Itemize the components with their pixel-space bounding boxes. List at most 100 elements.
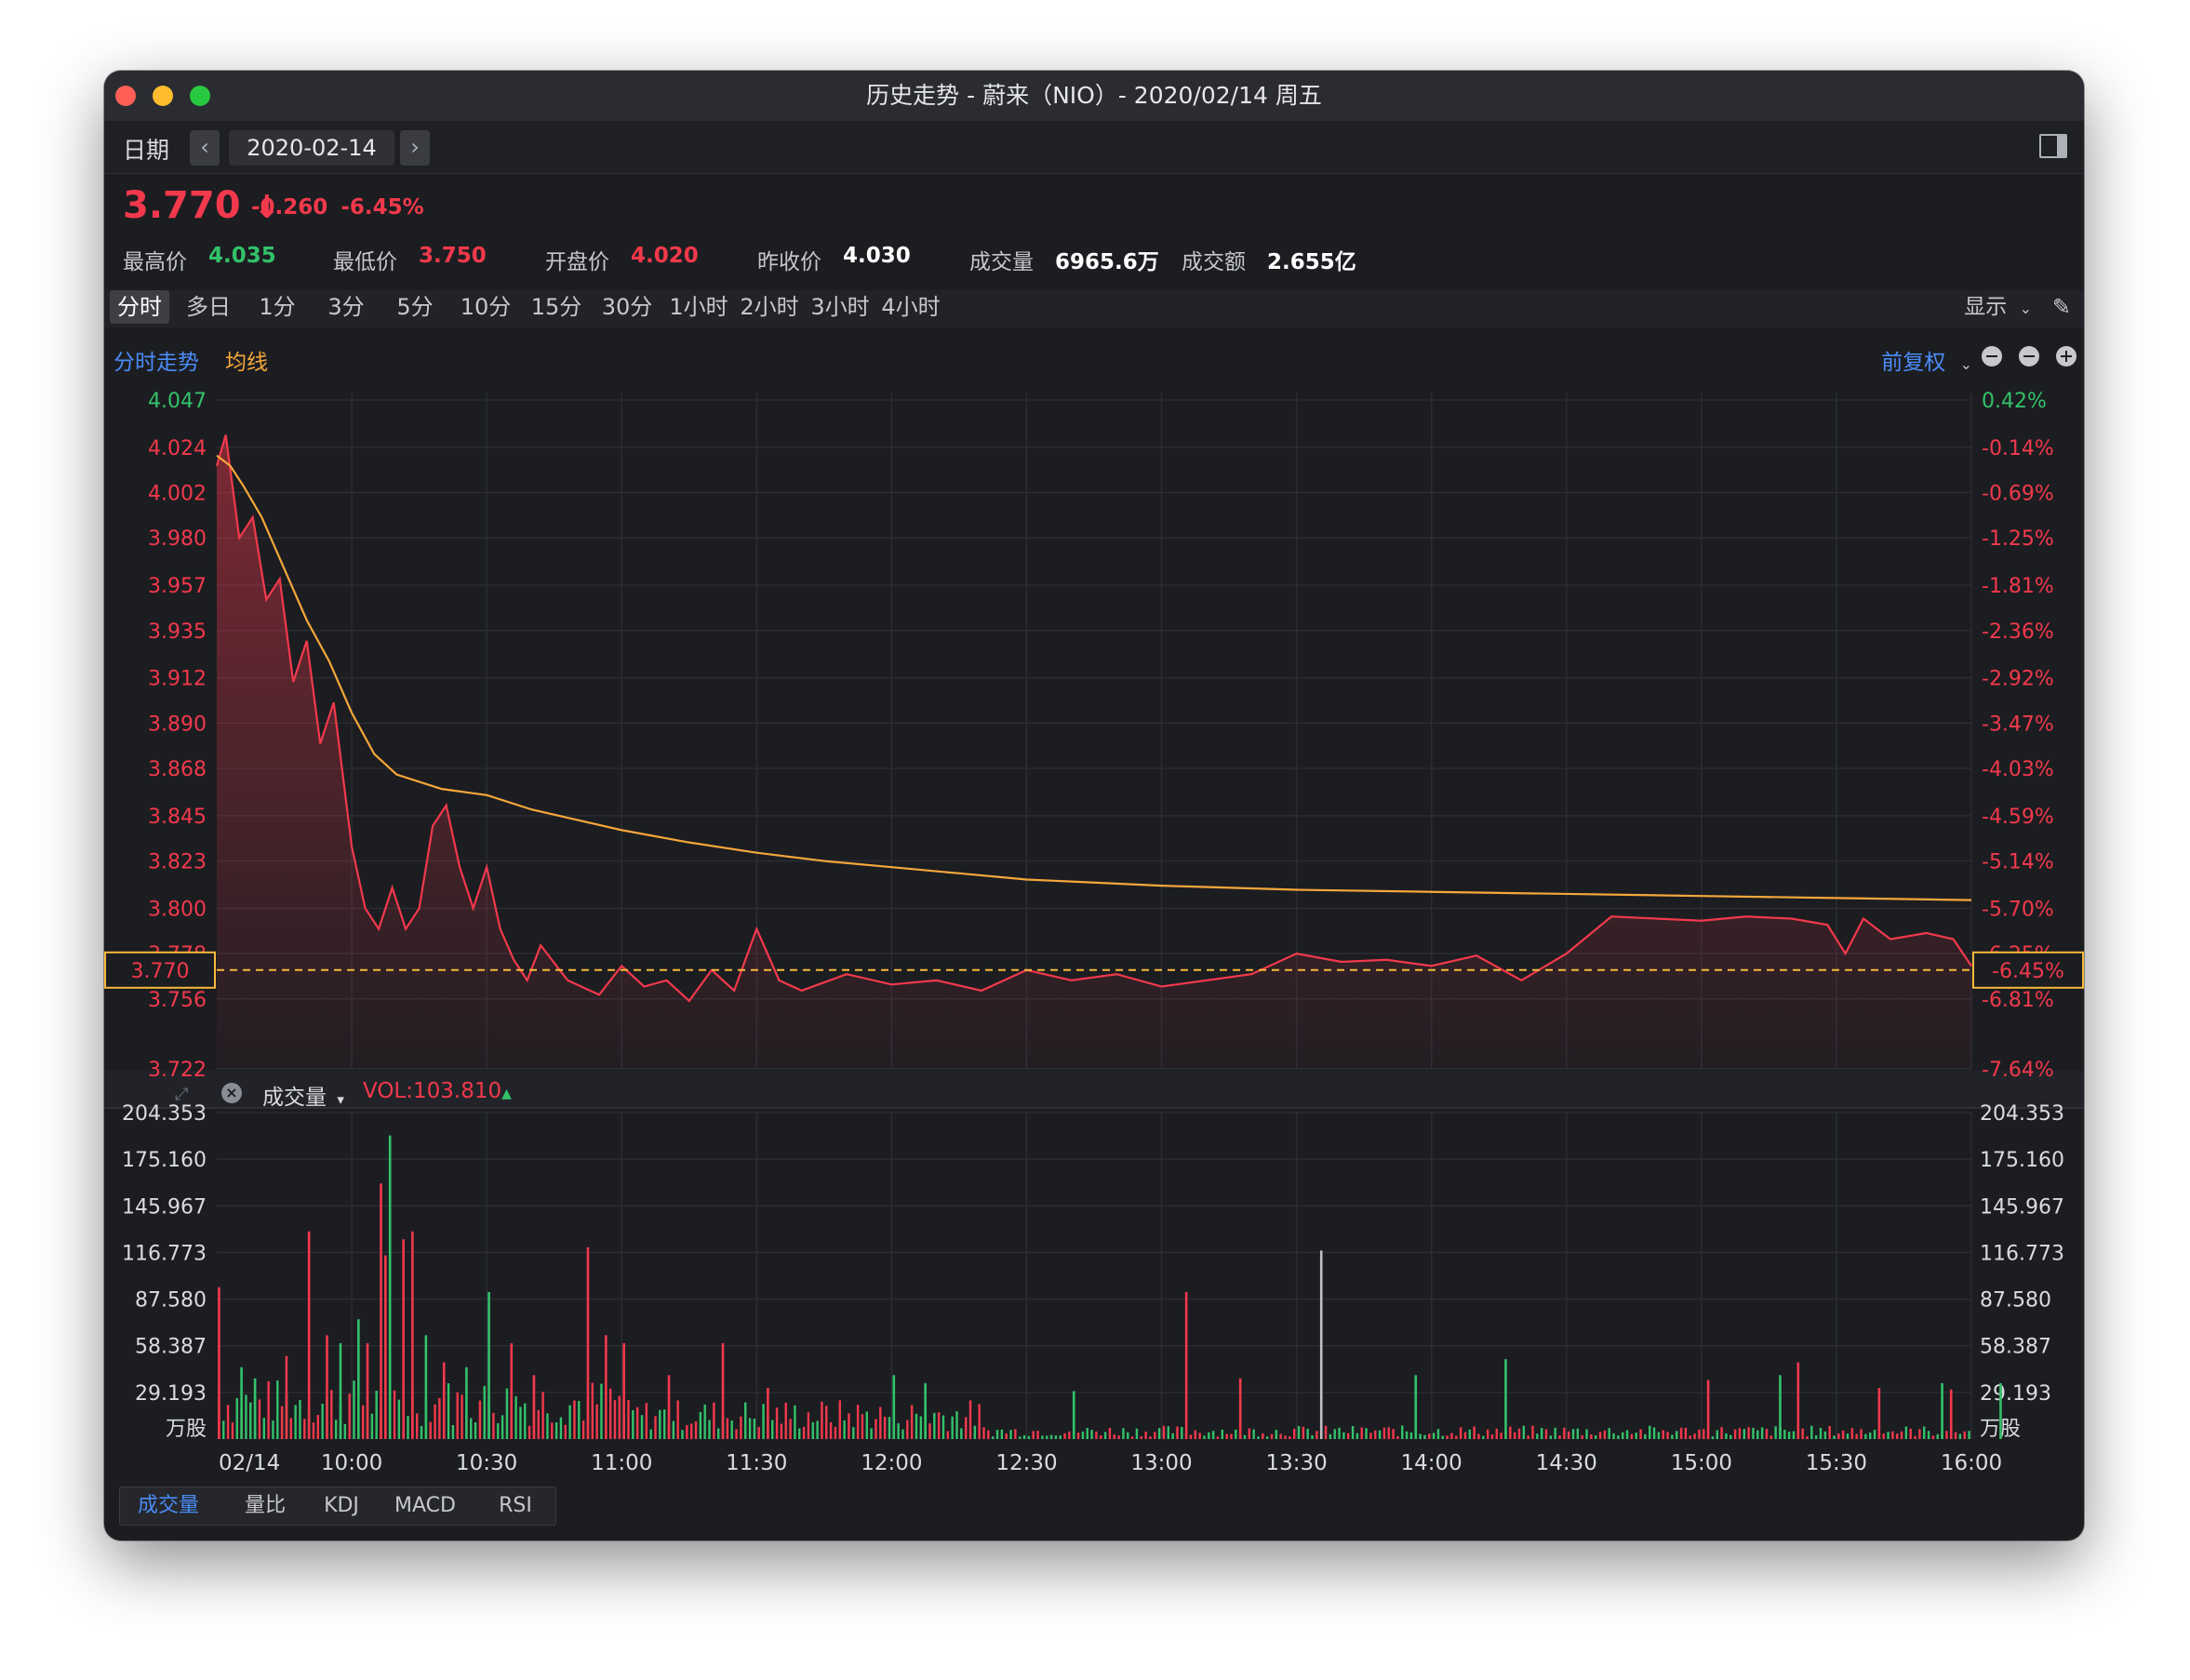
volume-bar — [235, 1397, 238, 1439]
volume-bar — [1536, 1433, 1539, 1439]
volume-bar — [551, 1422, 554, 1439]
volume-bar — [1725, 1433, 1728, 1439]
volume-bar — [456, 1392, 459, 1439]
volume-spike-bar — [366, 1342, 369, 1439]
intraday-chart[interactable]: 4.047 0.42% 4.024 -0.14% 4.002 -0.69% 3.980 -1.… — [104, 71, 2084, 1485]
price-tick-label: 4.002 — [148, 483, 207, 506]
volume-spike-bar — [253, 1378, 257, 1439]
volume-bar — [816, 1420, 819, 1439]
volume-bar — [1914, 1435, 1916, 1439]
volume-bar — [1063, 1433, 1066, 1439]
volume-bar — [578, 1401, 581, 1439]
volume-bar — [1716, 1430, 1718, 1439]
volume-spike-bar — [1238, 1378, 1242, 1439]
volume-bar — [434, 1404, 436, 1439]
volume-bar — [1225, 1433, 1228, 1439]
volume-tick-label: 204.353 — [122, 1102, 207, 1126]
volume-bar — [1703, 1429, 1705, 1439]
volume-bar — [1103, 1432, 1107, 1439]
indicator-tab-3[interactable]: MACD — [381, 1487, 470, 1525]
volume-spike-bar — [1949, 1389, 1953, 1439]
volume-bar — [1540, 1427, 1543, 1439]
volume-bar — [1747, 1427, 1750, 1439]
volume-bar — [1598, 1432, 1602, 1439]
volume-bar — [838, 1400, 841, 1439]
volume-bar — [1333, 1429, 1336, 1439]
volume-spike-bar — [384, 1255, 387, 1439]
volume-bar — [519, 1407, 522, 1439]
indicator-label: 成交量 — [262, 1086, 327, 1110]
volume-bar — [407, 1416, 409, 1439]
volume-bar — [811, 1421, 814, 1439]
volume-bar — [294, 1405, 297, 1439]
volume-spike-bar — [510, 1342, 514, 1439]
volume-bar — [559, 1417, 563, 1439]
expand-icon[interactable]: ⤢ — [175, 1085, 188, 1104]
volume-bar — [1873, 1429, 1876, 1439]
volume-bar — [726, 1418, 729, 1439]
volume-bar — [843, 1420, 846, 1439]
volume-bar — [1855, 1433, 1858, 1439]
price-tick-label: 3.756 — [148, 989, 207, 1012]
volume-bar — [654, 1416, 657, 1439]
close-indicator-icon[interactable]: × — [221, 1083, 242, 1103]
volume-bar — [1270, 1433, 1274, 1439]
volume-bar — [1841, 1430, 1845, 1439]
volume-bar — [659, 1409, 661, 1439]
volume-bar — [1059, 1435, 1062, 1439]
volume-bar — [1049, 1434, 1053, 1439]
volume-bar — [987, 1430, 990, 1439]
volume-bar — [1211, 1431, 1215, 1439]
volume-bar — [1711, 1436, 1715, 1439]
volume-bar — [915, 1413, 918, 1439]
indicator-tab-4[interactable]: RSI — [483, 1487, 548, 1525]
volume-bar — [537, 1409, 540, 1439]
volume-bar — [1315, 1431, 1318, 1439]
volume-bar — [483, 1385, 486, 1439]
volume-spike-bar — [218, 1287, 220, 1439]
volume-bar — [1482, 1435, 1485, 1439]
volume-bar — [1122, 1428, 1125, 1439]
volume-bar — [960, 1428, 963, 1439]
volume-bar — [222, 1420, 225, 1439]
volume-bar — [415, 1413, 419, 1439]
volume-bar — [1617, 1435, 1620, 1439]
pct-tick-label: -4.03% — [1982, 758, 2054, 781]
volume-bar — [1455, 1435, 1458, 1439]
volume-tick-label: 145.967 — [122, 1195, 207, 1219]
volume-bar — [662, 1409, 666, 1439]
volume-bar — [676, 1400, 679, 1439]
indicator-dropdown[interactable]: 成交量 ▾ — [262, 1079, 344, 1111]
volume-tick-label-right: 29.193 — [1980, 1382, 2051, 1406]
volume-bar — [861, 1414, 864, 1439]
volume-spike-bar — [1706, 1380, 1710, 1439]
volume-bar — [573, 1400, 576, 1439]
volume-bar — [1423, 1434, 1426, 1439]
volume-bar — [1311, 1434, 1314, 1439]
volume-bar — [1378, 1430, 1382, 1439]
volume-bar — [1235, 1429, 1237, 1439]
indicator-tab-0[interactable]: 成交量 — [120, 1487, 217, 1525]
volume-bar — [735, 1429, 738, 1439]
volume-bar — [1117, 1435, 1120, 1439]
volume-bar — [514, 1396, 517, 1439]
volume-bar — [245, 1394, 247, 1439]
volume-tick-label-right: 145.967 — [1980, 1195, 2064, 1219]
volume-bar — [1154, 1432, 1156, 1439]
time-tick-label: 12:30 — [995, 1451, 1057, 1475]
volume-bar — [784, 1402, 787, 1439]
volume-bar — [1544, 1429, 1548, 1439]
volume-bar — [713, 1402, 715, 1439]
pct-tick-label: -7.64% — [1982, 1059, 2054, 1082]
volume-value-text: VOL:103.810 — [363, 1079, 502, 1103]
volume-bar — [272, 1420, 274, 1439]
indicator-tab-1[interactable]: 量比 — [228, 1487, 302, 1525]
volume-bar — [1342, 1432, 1345, 1439]
volume-bar — [852, 1427, 855, 1439]
volume-bar — [1837, 1433, 1840, 1439]
indicator-tab-2[interactable]: KDJ — [312, 1487, 371, 1525]
price-tick-label: 3.935 — [148, 620, 207, 644]
volume-bar — [451, 1425, 455, 1439]
volume-bar — [1019, 1436, 1022, 1439]
pct-tick-label: 0.42% — [1982, 390, 2047, 413]
